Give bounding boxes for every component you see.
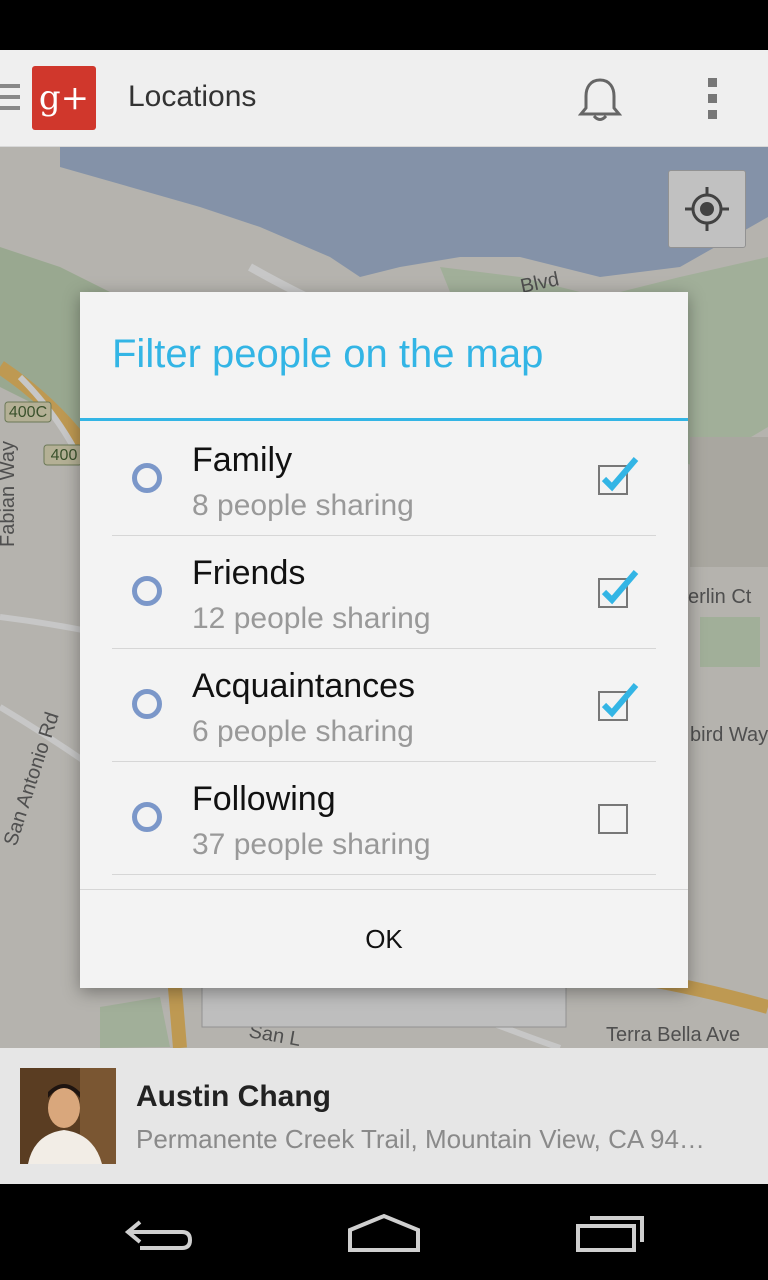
person-name: Austin Chang (136, 1080, 331, 1113)
circle-icon (132, 802, 162, 832)
recent-apps-icon (576, 1216, 644, 1252)
status-bar (0, 0, 768, 50)
drawer-menu-icon[interactable] (0, 84, 20, 114)
filter-row-count: 37 people sharing (192, 828, 431, 861)
back-arrow-icon (124, 1220, 193, 1250)
home-icon (348, 1213, 420, 1252)
ok-button[interactable]: OK (80, 890, 688, 988)
filter-row-count: 6 people sharing (192, 715, 414, 748)
filter-row-family[interactable]: Family 8 people sharing (112, 423, 656, 536)
page-title: Locations (128, 80, 257, 113)
person-location: Permanente Creek Trail, Mountain View, C… (136, 1124, 705, 1154)
filter-dialog: Filter people on the map Family 8 people… (80, 292, 688, 988)
filter-row-following[interactable]: Following 37 people sharing (112, 762, 656, 875)
checkmark-icon (601, 457, 639, 492)
circle-icon (132, 463, 162, 493)
circle-icon (132, 689, 162, 719)
filter-row-friends[interactable]: Friends 12 people sharing (112, 536, 656, 649)
filter-row-acquaintances[interactable]: Acquaintances 6 people sharing (112, 649, 656, 762)
back-button[interactable] (100, 1200, 220, 1270)
acquaintances-checkbox[interactable] (598, 683, 639, 721)
family-checkbox[interactable] (598, 457, 639, 495)
circle-icon (132, 576, 162, 606)
filter-row-count: 12 people sharing (192, 602, 431, 635)
checkmark-icon (601, 683, 639, 718)
filter-row-label: Following (192, 780, 336, 818)
following-checkbox[interactable] (598, 804, 628, 834)
filter-row-label: Family (192, 441, 293, 479)
filter-row-count: 8 people sharing (192, 489, 414, 522)
recent-apps-button[interactable] (550, 1200, 670, 1270)
google-plus-logo[interactable]: g+ (32, 66, 96, 130)
dialog-title: Filter people on the map (112, 332, 544, 376)
notifications-bell-icon[interactable] (577, 76, 623, 124)
friends-checkbox[interactable] (598, 570, 639, 608)
filter-row-label: Friends (192, 554, 306, 592)
action-bar (0, 50, 768, 147)
home-button[interactable] (324, 1200, 444, 1270)
dialog-title-divider (80, 418, 688, 421)
avatar[interactable] (20, 1068, 116, 1164)
filter-row-label: Acquaintances (192, 667, 416, 705)
checkmark-icon (601, 570, 639, 605)
overflow-menu-icon[interactable] (704, 78, 720, 122)
